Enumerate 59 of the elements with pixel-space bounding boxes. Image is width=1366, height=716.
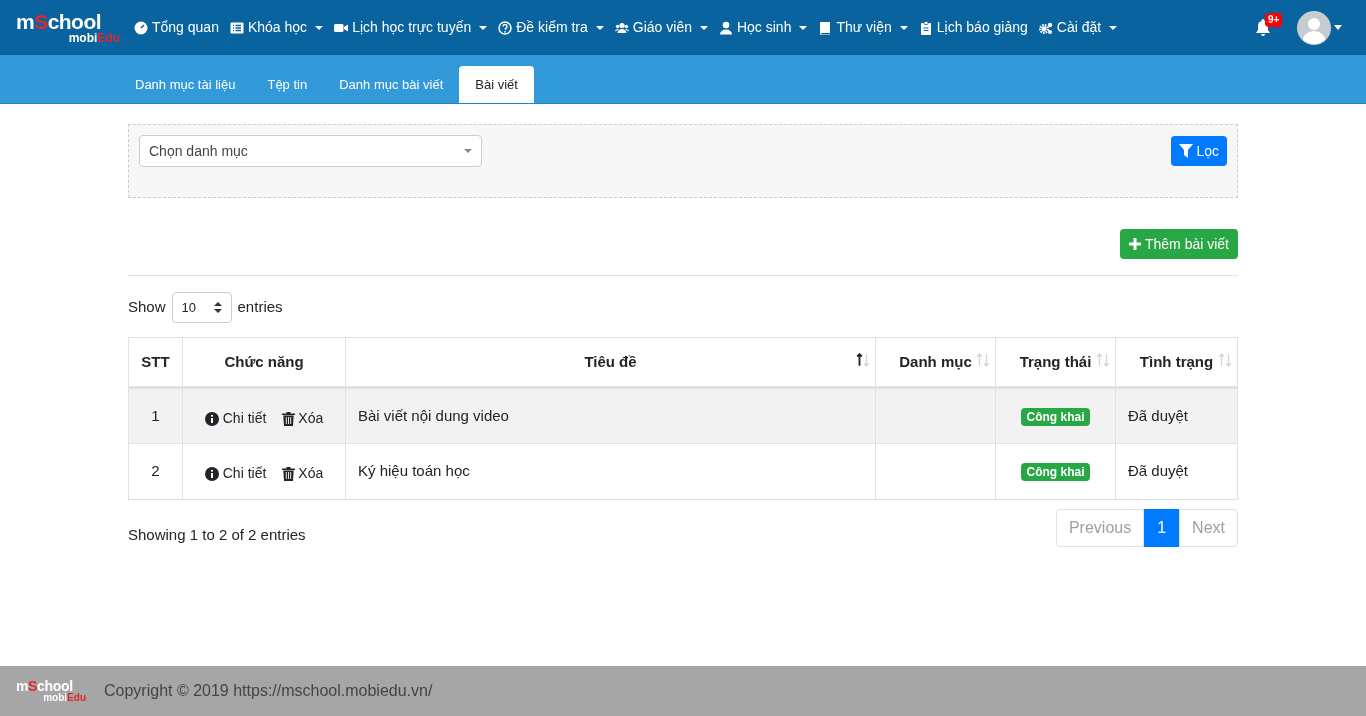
table-cell: Đã duyệt (1115, 387, 1238, 444)
nav-item[interactable]: Khóa học (229, 17, 324, 38)
table-cell: 2 (128, 443, 183, 500)
gauge-icon (134, 20, 148, 35)
caret-icon (595, 25, 604, 30)
caret-icon[interactable] (1334, 25, 1342, 30)
detail-link[interactable]: Chi tiết (204, 463, 267, 484)
nav-item[interactable]: Tổng quan (134, 17, 219, 38)
delete-link[interactable]: Xóa (282, 408, 324, 429)
footer-logo: mSchool mobiEdu (16, 679, 86, 703)
show-label: Show (128, 297, 166, 318)
detail-link[interactable]: Chi tiết (204, 408, 267, 429)
trash-icon (282, 466, 296, 481)
caret-icon (315, 25, 324, 30)
status-badge: Công khai (1021, 463, 1090, 481)
nav-item[interactable]: Thư viện (818, 17, 908, 38)
avatar-icon[interactable] (1297, 10, 1331, 45)
filter-button[interactable]: Lọc (1171, 136, 1227, 166)
nav-item[interactable]: Cài đặt (1038, 17, 1118, 38)
nav-item[interactable]: Giáo viên (614, 17, 708, 38)
page-length-select[interactable]: 10 (171, 292, 232, 323)
question-circle-icon (498, 20, 513, 35)
caret-icon (1109, 25, 1118, 30)
entries-label: entries (237, 297, 283, 318)
user-icon (718, 20, 733, 35)
pagination-button[interactable]: 1 (1144, 509, 1180, 547)
caret-icon (699, 25, 708, 30)
logo[interactable]: mSchool mobiEdu (16, 11, 120, 44)
table-info: Showing 1 to 2 of 2 entries (128, 525, 306, 545)
nav-item[interactable]: Học sinh (718, 17, 808, 38)
copyright-text: Copyright © 2019 https://mschool.mobiedu.vn/ (104, 681, 433, 701)
table-cell: Bài viết nội dung video (345, 387, 876, 444)
category-select[interactable]: Chọn danh mục (139, 135, 482, 167)
spinner-arrows-icon (213, 302, 222, 313)
tab[interactable]: Bài viết (459, 66, 534, 103)
status-badge: Công khai (1021, 408, 1090, 426)
nav-item[interactable]: Lịch báo giảng (918, 17, 1028, 38)
filter-icon (1179, 144, 1194, 158)
caret-icon (899, 25, 908, 30)
info-icon (204, 411, 219, 426)
caret-icon (799, 25, 808, 30)
table-cell: 1 (128, 387, 183, 444)
users-icon (614, 20, 629, 35)
trash-icon (282, 411, 296, 426)
clipboard-icon (918, 20, 933, 35)
caret-icon (479, 25, 488, 30)
gears-icon (1038, 20, 1053, 35)
info-icon (204, 466, 219, 481)
notification-count: 9+ (1265, 12, 1283, 27)
book-icon (818, 20, 833, 35)
delete-link[interactable]: Xóa (282, 463, 324, 484)
table-cell: Đã duyệt (1115, 443, 1238, 500)
list-icon (229, 20, 244, 35)
plus-icon (1128, 238, 1141, 250)
nav-item[interactable]: Lịch học trực tuyến (334, 17, 488, 38)
sort-icon[interactable] (856, 353, 870, 367)
table-cell: Ký hiệu toán học (345, 443, 876, 500)
caret-icon (464, 149, 472, 153)
nav-item[interactable]: Đề kiểm tra (498, 17, 604, 38)
